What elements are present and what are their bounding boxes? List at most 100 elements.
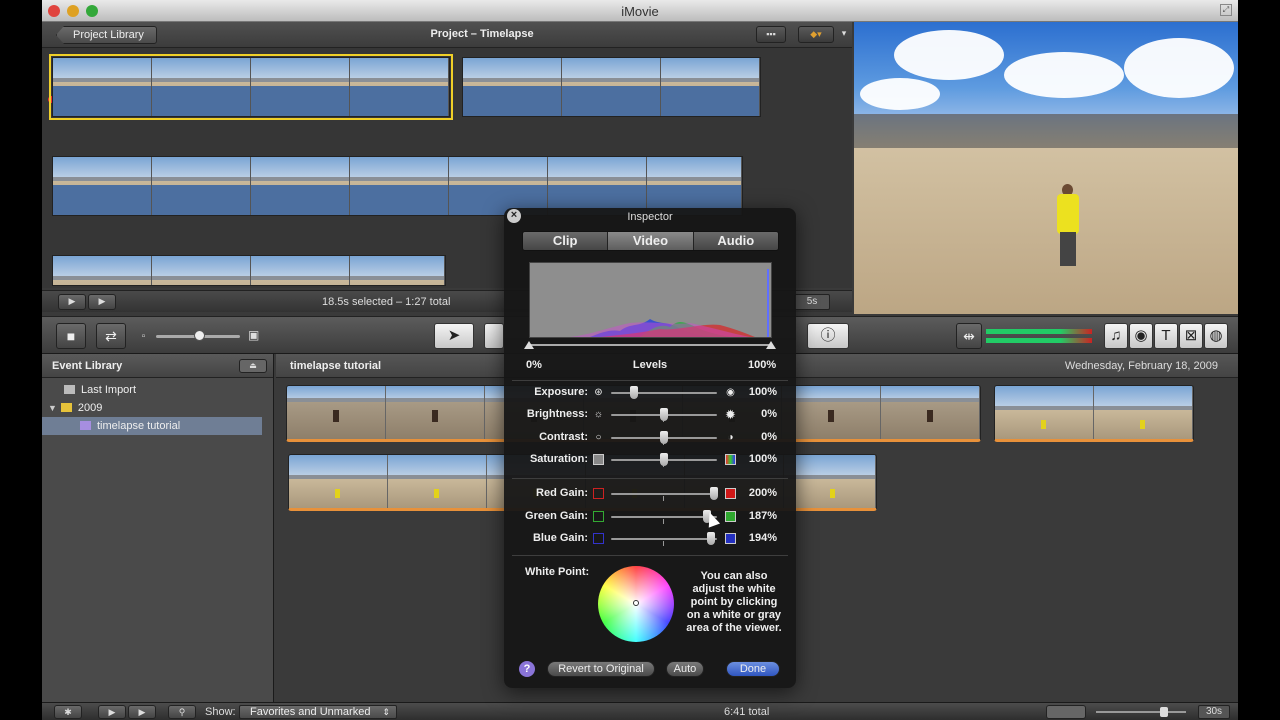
viewer-cloud [1004, 52, 1124, 98]
eject-icon[interactable]: ⏏ [239, 359, 267, 373]
green-gain-slider[interactable] [611, 516, 717, 518]
tab-video[interactable]: Video [608, 232, 694, 250]
transition-icon[interactable]: ⊠ [1179, 323, 1203, 349]
saturation-knob[interactable] [660, 453, 668, 466]
play-event-icon[interactable]: ▶ [128, 705, 156, 719]
levels-high-knob[interactable] [766, 341, 776, 349]
contrast-high-icon: ◑ [727, 432, 734, 443]
audio-waveform-toggle[interactable] [1046, 705, 1086, 719]
event-item-label: 2009 [77, 402, 103, 414]
contrast-knob[interactable] [660, 431, 668, 444]
exposure-slider[interactable] [611, 392, 717, 394]
exposure-row: Exposure: ⊛ ◉ 100% [504, 385, 796, 401]
exposure-knob[interactable] [630, 386, 639, 399]
event-clip-2[interactable] [994, 385, 1194, 442]
project-clip-2[interactable] [462, 57, 761, 117]
event-item-2009[interactable]: ▼ 2009 [42, 399, 262, 417]
levels-max: 100% [748, 359, 777, 371]
brightness-label: Brightness: [526, 408, 588, 420]
photo-icon[interactable]: ◉ [1129, 323, 1153, 349]
zoom-knob[interactable] [194, 330, 205, 341]
search-icon[interactable]: ⚲ [168, 705, 196, 719]
red-gain-slider[interactable] [611, 493, 717, 495]
window-title: iMovie [621, 4, 659, 19]
voiceover-icon[interactable]: ⇹ [956, 323, 982, 349]
green-gain-value: 187% [748, 510, 777, 522]
tool-button[interactable] [484, 323, 504, 349]
viewer-person [1057, 194, 1079, 234]
viewer-cloud [860, 78, 940, 110]
arrow-tool-icon[interactable]: ➤ [434, 323, 474, 349]
event-total: 6:41 total [724, 706, 770, 718]
tab-audio[interactable]: Audio [693, 232, 778, 250]
add-event-icon[interactable]: ✱ [54, 705, 82, 719]
folder-icon [60, 403, 72, 412]
bottom-bar: ✱ ▶ ▶ ⚲ Show: Favorites and Unmarked ⇕ 6:… [42, 702, 1238, 720]
thumbnail-duration[interactable]: 5s [794, 294, 830, 310]
map-icon[interactable]: ◍ [1204, 323, 1228, 349]
divider [512, 380, 788, 381]
play-fullscreen-icon[interactable]: ▶ [58, 294, 86, 310]
event-thumbnail-duration[interactable]: 30s [1198, 705, 1230, 719]
blue-low-swatch-icon [593, 533, 604, 544]
view-options-icon[interactable]: ▪▪▪ [756, 26, 786, 43]
blue-gain-value: 194% [748, 532, 777, 544]
show-filter-select[interactable]: Favorites and Unmarked ⇕ [239, 705, 397, 719]
white-point-label: White Point: [525, 566, 590, 578]
contrast-label: Contrast: [539, 431, 588, 443]
sun-dim-icon: ☼ [593, 409, 604, 420]
blue-gain-label: Blue Gain: [532, 532, 588, 544]
brightness-knob[interactable] [660, 408, 668, 421]
music-icon[interactable]: ♫ [1104, 323, 1128, 349]
tab-clip[interactable]: Clip [523, 232, 609, 250]
info-icon[interactable]: ⓘ [807, 323, 849, 349]
chevron-down-icon[interactable]: ▾ [838, 26, 850, 43]
event-star-icon [80, 421, 91, 430]
levels-low-knob[interactable] [524, 341, 534, 349]
event-title: timelapse tutorial [290, 360, 382, 372]
blue-gain-slider[interactable] [611, 538, 717, 540]
exposure-label: Exposure: [534, 386, 588, 398]
event-date: Wednesday, February 18, 2009 [1064, 360, 1218, 372]
blue-swatch-icon [725, 533, 736, 544]
help-icon[interactable]: ? [519, 661, 535, 677]
disclosure-triangle-icon[interactable]: ▼ [48, 403, 57, 413]
red-gain-knob[interactable] [709, 487, 718, 500]
play-fullscreen-event-icon[interactable]: ▶ [98, 705, 126, 719]
fullscreen-icon[interactable]: ⤢ [1220, 4, 1232, 16]
viewer-cloud [1124, 38, 1234, 98]
swap-browsers-icon[interactable]: ⇄ [96, 323, 126, 349]
blue-gain-knob[interactable] [706, 532, 715, 545]
red-gain-value: 200% [748, 487, 777, 499]
white-point-marker[interactable] [633, 600, 639, 606]
viewer[interactable] [854, 22, 1238, 314]
film-icon [64, 385, 75, 394]
done-button[interactable]: Done [726, 661, 780, 677]
auto-button[interactable]: Auto [666, 661, 704, 677]
white-point-help: You can also adjust the white point by c… [686, 570, 782, 634]
event-item-timelapse-tutorial[interactable]: timelapse tutorial [42, 417, 262, 435]
play-icon[interactable]: ▶ [88, 294, 116, 310]
green-gain-label: Green Gain: [525, 510, 588, 522]
event-library-title: Event Library [52, 360, 123, 372]
project-clip-3[interactable] [52, 156, 743, 216]
aperture-icon: ⊛ [594, 387, 603, 398]
event-zoom-slider[interactable] [1096, 711, 1186, 713]
project-clip-1[interactable] [49, 54, 453, 120]
project-title: Project – Timelapse [430, 28, 534, 40]
levels-slider[interactable] [529, 344, 771, 346]
event-item-last-import[interactable]: Last Import [42, 381, 262, 399]
project-clip-4[interactable] [52, 255, 446, 286]
event-zoom-knob[interactable] [1160, 707, 1168, 717]
aperture-open-icon: ◉ [726, 387, 735, 398]
camera-import-icon[interactable]: ■ [56, 323, 86, 349]
revert-to-original-button[interactable]: Revert to Original [547, 661, 655, 677]
annotation-icon[interactable]: ◆▾ [798, 26, 834, 43]
project-library-button[interactable]: Project Library [56, 26, 157, 44]
contrast-low-icon: ○ [595, 432, 602, 443]
red-gain-label: Red Gain: [536, 487, 588, 499]
title-icon[interactable]: T [1154, 323, 1178, 349]
viewer-person-legs [1060, 232, 1076, 266]
divider [512, 555, 788, 556]
blue-gain-row: Blue Gain: 194% [504, 531, 796, 547]
